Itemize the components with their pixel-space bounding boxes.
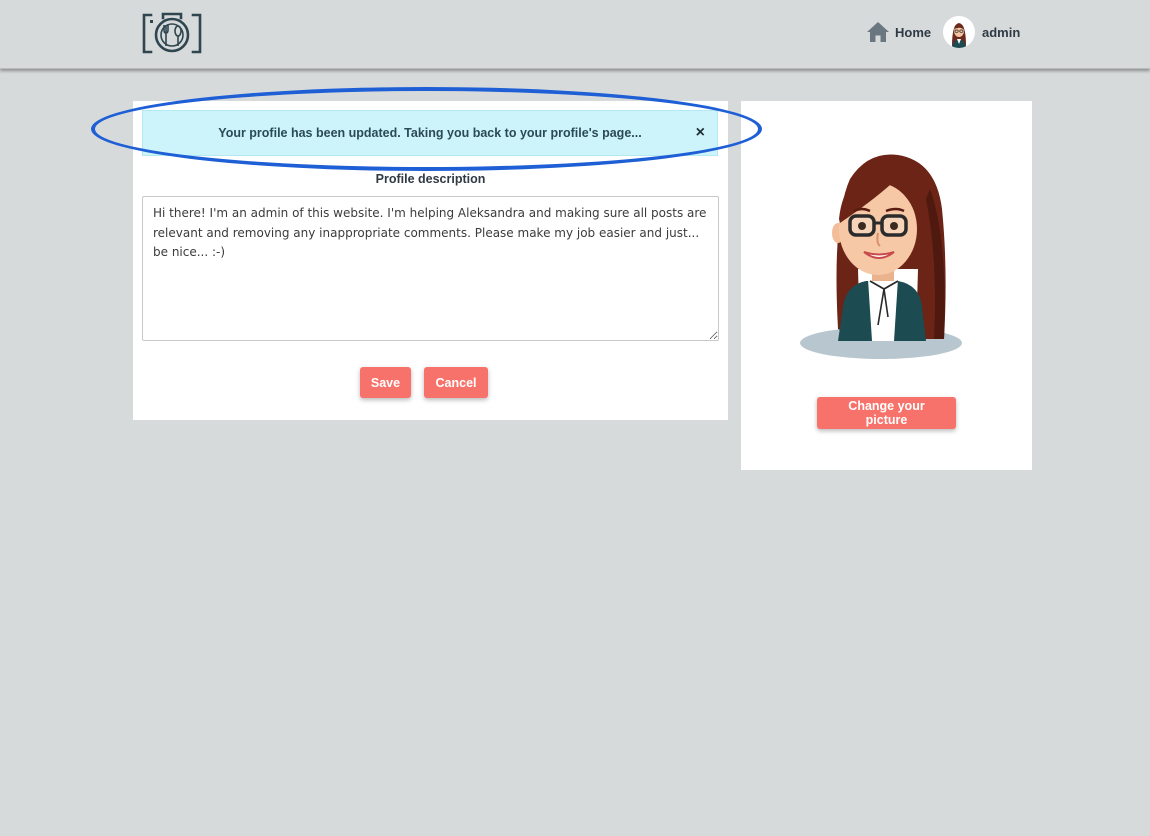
save-button[interactable]: Save <box>360 367 411 398</box>
house-icon <box>867 22 889 42</box>
success-alert: Your profile has been updated. Taking yo… <box>142 110 718 156</box>
user-avatar-icon <box>952 23 966 48</box>
profile-picture <box>800 154 962 359</box>
avatar <box>943 16 975 48</box>
nav-home-link[interactable]: Home <box>866 20 931 44</box>
nav-home-label: Home <box>895 24 932 40</box>
cancel-button[interactable]: Cancel <box>424 367 488 398</box>
close-icon[interactable]: × <box>696 124 705 142</box>
profile-edit-card: Your profile has been updated. Taking yo… <box>133 101 728 420</box>
nav-user-menu[interactable]: admin <box>943 16 1020 48</box>
alert-message: Your profile has been updated. Taking yo… <box>218 126 642 140</box>
profile-description-field[interactable]: Hi there! I'm an admin of this website. … <box>142 196 719 341</box>
profile-picture-card: Change your picture <box>741 101 1032 470</box>
profile-description-label: Profile description <box>375 172 486 186</box>
top-navbar: Home admin <box>0 0 1150 69</box>
nav-username: admin <box>982 24 1021 40</box>
change-picture-button[interactable]: Change your picture <box>817 397 956 429</box>
camera-food-logo-icon[interactable] <box>141 11 203 55</box>
